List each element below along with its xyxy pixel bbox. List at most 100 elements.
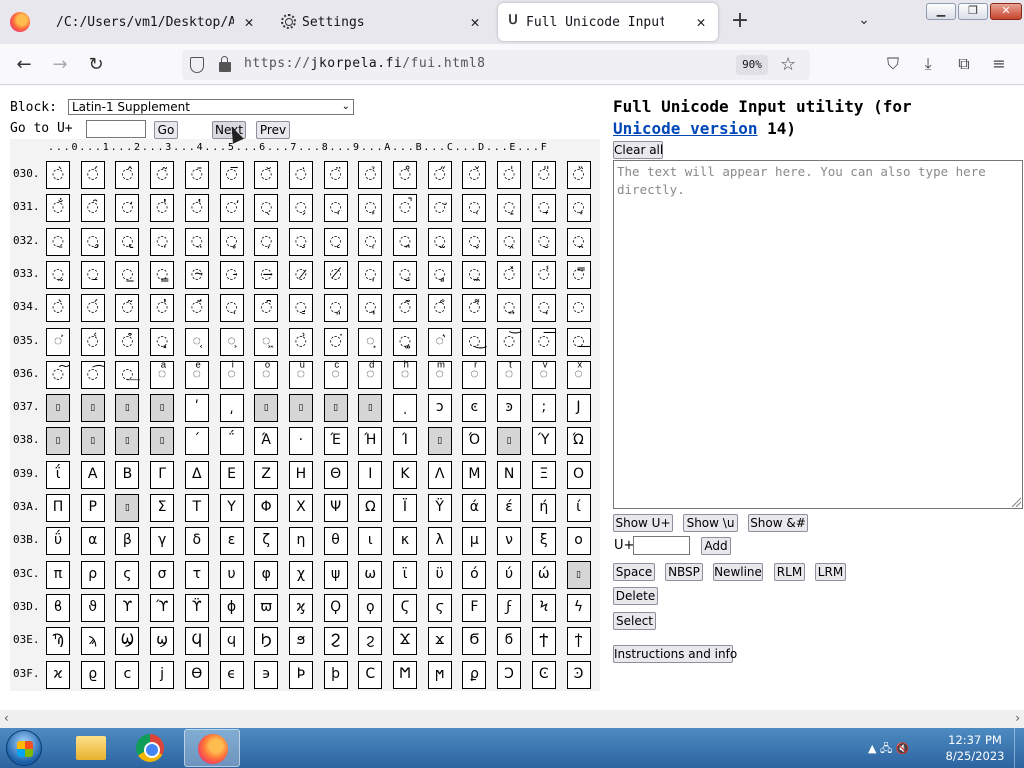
char-cell[interactable]: Ϲ bbox=[358, 660, 383, 689]
char-cell[interactable]: ◌̺ bbox=[393, 260, 417, 289]
add-button[interactable]: Add bbox=[701, 537, 731, 555]
char-cell[interactable]: ϝ bbox=[497, 593, 522, 622]
char-cell[interactable]: ◌͔ bbox=[184, 327, 209, 356]
char-cell[interactable]: ΐ bbox=[46, 460, 70, 489]
char-cell[interactable]: ◌̱ bbox=[80, 260, 105, 289]
zoom-level-badge[interactable]: 90% bbox=[736, 55, 768, 75]
char-cell[interactable]: ◌̼ bbox=[462, 260, 487, 289]
char-cell[interactable]: Ά bbox=[254, 427, 279, 456]
prev-button[interactable]: Prev bbox=[256, 121, 290, 139]
char-cell[interactable]: ◌̃ bbox=[150, 161, 175, 189]
unassigned-char-cell[interactable]: ▯ bbox=[115, 494, 140, 522]
char-cell[interactable]: ϲ bbox=[115, 660, 140, 689]
char-cell[interactable]: ϭ bbox=[497, 627, 522, 656]
char-cell[interactable]: Ϛ bbox=[393, 593, 417, 622]
char-cell[interactable]: ◌͖ bbox=[254, 327, 279, 356]
char-cell[interactable]: ϸ bbox=[323, 660, 348, 689]
new-tab-icon[interactable]: + bbox=[730, 10, 750, 32]
char-cell[interactable]: ◌̀ bbox=[46, 161, 70, 189]
char-cell[interactable]: ◌̪ bbox=[393, 227, 417, 256]
char-cell[interactable]: φ bbox=[254, 560, 279, 589]
show-uplus-button[interactable]: Show U+ bbox=[613, 514, 673, 532]
char-cell[interactable]: ◌̶ bbox=[254, 260, 279, 289]
char-cell[interactable]: Ϩ bbox=[323, 627, 348, 656]
char-cell[interactable]: Δ bbox=[184, 460, 209, 489]
char-cell[interactable]: μ bbox=[462, 527, 487, 556]
char-cell[interactable]: Ο bbox=[566, 460, 591, 489]
char-cell[interactable]: Ͻ bbox=[497, 660, 522, 689]
char-cell[interactable]: ◌̛ bbox=[427, 194, 452, 223]
char-cell[interactable]: ◌̍ bbox=[497, 161, 522, 189]
char-cell[interactable]: Ϙ bbox=[323, 593, 348, 622]
char-cell[interactable]: Ώ bbox=[566, 427, 591, 456]
char-cell[interactable]: ◌͉ bbox=[358, 294, 383, 323]
taskbar-chrome[interactable] bbox=[122, 729, 178, 767]
unassigned-char-cell[interactable]: ▯ bbox=[288, 394, 313, 423]
char-cell[interactable]: ΰ bbox=[46, 527, 70, 556]
start-button[interactable] bbox=[6, 730, 42, 766]
pocket-icon[interactable]: ⛉ bbox=[882, 53, 904, 75]
char-cell[interactable]: ◌̻ bbox=[427, 260, 452, 289]
char-cell[interactable]: Σ bbox=[150, 494, 175, 522]
char-cell[interactable]: ϻ bbox=[427, 660, 452, 689]
uplus-input[interactable] bbox=[633, 536, 690, 555]
char-cell[interactable]: ◌͍ bbox=[497, 294, 522, 323]
char-cell[interactable]: ◌̬ bbox=[462, 227, 487, 256]
char-cell[interactable]: ◌̜ bbox=[462, 194, 487, 223]
char-cell[interactable]: Ͼ bbox=[531, 660, 556, 689]
unassigned-char-cell[interactable]: ▯ bbox=[150, 394, 175, 423]
char-cell[interactable]: ◌ͨ bbox=[323, 360, 348, 389]
char-cell[interactable]: ϰ bbox=[46, 660, 70, 689]
char-cell[interactable]: ◌̨ bbox=[323, 227, 348, 256]
char-cell[interactable]: Ϥ bbox=[184, 627, 209, 656]
char-cell[interactable]: ϋ bbox=[427, 560, 452, 589]
char-cell[interactable]: ◌̠ bbox=[46, 227, 70, 256]
char-cell[interactable]: ϡ bbox=[80, 627, 105, 656]
unassigned-char-cell[interactable]: ▯ bbox=[566, 560, 591, 589]
char-cell[interactable]: ◌̈ bbox=[323, 161, 348, 189]
char-cell[interactable]: Χ bbox=[288, 494, 313, 522]
char-cell[interactable]: Ϧ bbox=[254, 627, 279, 656]
char-cell[interactable]: Έ bbox=[323, 427, 348, 456]
char-cell[interactable]: ◌͆ bbox=[254, 294, 279, 323]
close-icon[interactable]: ✕ bbox=[466, 13, 484, 31]
char-cell[interactable]: Ϳ bbox=[566, 394, 591, 423]
char-cell[interactable]: Ρ bbox=[80, 494, 105, 522]
char-cell[interactable]: ◌̗ bbox=[288, 194, 313, 223]
unassigned-char-cell[interactable]: ▯ bbox=[46, 427, 70, 456]
unassigned-char-cell[interactable]: ▯ bbox=[427, 427, 452, 456]
char-cell[interactable]: ◌̴ bbox=[184, 260, 209, 289]
lrm-button[interactable]: LRM bbox=[815, 563, 846, 581]
char-cell[interactable]: ϔ bbox=[184, 593, 209, 622]
char-cell[interactable]: Ϋ bbox=[427, 494, 452, 522]
goto-codepoint-input[interactable] bbox=[86, 120, 146, 138]
char-cell[interactable]: ◌̤ bbox=[184, 227, 209, 256]
char-cell[interactable]: ͼ bbox=[462, 394, 487, 423]
char-cell[interactable]: ◌͢ bbox=[115, 360, 140, 389]
char-cell[interactable]: Φ bbox=[254, 494, 279, 522]
char-cell[interactable]: ◌ͯ bbox=[566, 360, 591, 389]
char-cell[interactable]: ϐ bbox=[46, 593, 70, 622]
char-cell[interactable]: ◌̓ bbox=[150, 294, 175, 323]
char-cell[interactable]: ϓ bbox=[150, 593, 175, 622]
char-cell[interactable]: ◌̢ bbox=[115, 227, 140, 256]
window-close-button[interactable]: ✕ bbox=[990, 3, 1022, 20]
clear-all-button[interactable]: Clear all bbox=[613, 141, 663, 159]
reload-icon[interactable]: ↻ bbox=[84, 53, 108, 77]
char-cell[interactable]: ϖ bbox=[254, 593, 279, 622]
unassigned-char-cell[interactable]: ▯ bbox=[254, 394, 279, 423]
char-cell[interactable]: ◌̄ bbox=[184, 161, 209, 189]
char-cell[interactable]: ϟ bbox=[566, 593, 591, 622]
char-cell[interactable]: η bbox=[288, 527, 313, 556]
char-cell[interactable]: ◌̊ bbox=[393, 161, 417, 189]
char-cell[interactable]: ͺ bbox=[393, 394, 417, 423]
char-cell[interactable]: ϫ bbox=[427, 627, 452, 656]
char-cell[interactable]: ◌̐ bbox=[46, 194, 70, 223]
char-cell[interactable]: ◌́ bbox=[80, 161, 105, 189]
char-cell[interactable]: ◌̣ bbox=[150, 227, 175, 256]
char-cell[interactable]: ◌̉ bbox=[358, 161, 383, 189]
char-cell[interactable]: ς bbox=[115, 560, 140, 589]
char-cell[interactable]: ε bbox=[219, 527, 244, 556]
char-cell[interactable]: ◌͒ bbox=[115, 327, 140, 356]
char-cell[interactable]: ◌̈́ bbox=[184, 294, 209, 323]
